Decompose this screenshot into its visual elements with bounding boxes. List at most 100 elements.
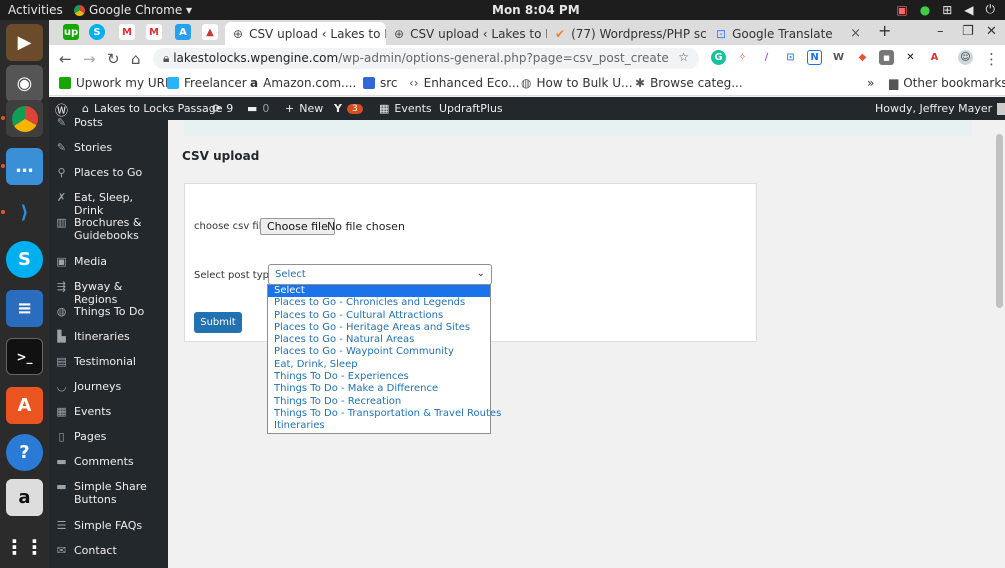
tab-wordpress-php[interactable]: ✔ (77) Wordpress/PHP sc × [547, 22, 708, 45]
skype-icon[interactable]: S [6, 241, 43, 278]
yoast-link[interactable]: Y3 [334, 102, 363, 115]
menu-item-places[interactable]: ⚲ Places to Go [55, 166, 162, 179]
back-icon[interactable]: ← [59, 50, 72, 68]
app-tab-icon[interactable]: A [175, 24, 191, 40]
terminal-icon[interactable]: >_ [6, 338, 43, 375]
scrollbar-thumb[interactable] [996, 134, 1003, 308]
notification-icon[interactable]: ▣ [896, 3, 907, 17]
reload-icon[interactable]: ↻ [107, 50, 120, 68]
bookmark-star-icon[interactable]: ☆ [678, 50, 689, 64]
new-tab-button[interactable]: + [878, 21, 891, 40]
tab-csv-upload-2[interactable]: ⊕ CSV upload ‹ Lakes to L × [386, 22, 547, 45]
minimize-icon[interactable]: – [937, 24, 944, 39]
option-waypoint[interactable]: Places to Go - Waypoint Community [268, 346, 490, 358]
option-recreation[interactable]: Things To Do - Recreation [268, 396, 490, 408]
chat-app-icon[interactable]: … [6, 148, 43, 185]
bookmarks-overflow[interactable]: » [867, 76, 874, 90]
asana-tab-icon[interactable]: ▲ [202, 24, 218, 40]
activities-button[interactable]: Activities [8, 3, 63, 17]
menu-item-itineraries[interactable]: ▙ Itineraries [55, 330, 162, 343]
home-icon[interactable]: ⌂ [131, 50, 141, 68]
volume-icon[interactable]: ◀ [964, 3, 973, 17]
address-bar[interactable]: 🔒︎ lakestolocks.wpengine.com/wp-admin/op… [153, 48, 699, 69]
rhythmbox-icon[interactable]: ◉ [6, 65, 43, 102]
site-name-link[interactable]: ⌂ Lakes to Locks Passage [82, 102, 223, 115]
restore-icon[interactable]: ❐ [962, 24, 974, 39]
scan-extension-icon[interactable]: N [807, 50, 822, 65]
post-type-select[interactable]: Select ⌄ [268, 264, 492, 285]
option-heritage[interactable]: Places to Go - Heritage Areas and Sites [268, 322, 490, 334]
profile-avatar[interactable]: ☺ [958, 50, 973, 65]
menu-item-simple-faqs[interactable]: ☰ Simple FAQs [55, 519, 162, 532]
chrome-launcher-icon[interactable] [6, 100, 43, 137]
updraftplus-link[interactable]: UpdraftPlus [439, 102, 503, 115]
new-content-link[interactable]: + New [285, 102, 323, 115]
bookmark-enhanced-eco[interactable]: ‹› Enhanced Eco... [409, 76, 520, 90]
submit-button[interactable]: Submit [194, 312, 242, 333]
network-icon[interactable]: ⊞ [942, 3, 952, 17]
account-menu[interactable]: Howdy, Jeffrey Mayer [875, 102, 1005, 115]
menu-item-media[interactable]: ▣ Media [55, 255, 162, 268]
updates-link[interactable]: ⟳ 9 [212, 102, 233, 115]
x-extension-icon[interactable]: ✕ [903, 50, 918, 65]
dark-extension-icon[interactable]: ■ [879, 50, 894, 65]
menu-item-journeys[interactable]: ◡ Journeys [55, 380, 162, 393]
bookmark-amazon[interactable]: a Amazon.com.... [250, 76, 356, 90]
menu-item-stories[interactable]: ✎ Stories [55, 141, 162, 154]
show-apps-icon[interactable]: ⋮⋮ [5, 528, 45, 565]
option-eat-drink[interactable]: Eat, Drink, Sleep [268, 359, 490, 371]
software-center-icon[interactable]: A [6, 387, 43, 424]
grammarly-tray-icon[interactable]: ● [920, 3, 930, 17]
amazon-icon[interactable]: a [6, 479, 43, 516]
menu-item-pages[interactable]: ▯ Pages [55, 430, 162, 443]
menu-kebab-icon[interactable]: ⋮ [984, 50, 999, 68]
other-bookmarks[interactable]: ▆ Other bookmarks [889, 76, 1005, 90]
extension-icon[interactable]: ✧ [735, 50, 750, 65]
bookmark-bulk[interactable]: ◍ How to Bulk U... [521, 76, 633, 90]
translate-extension-icon[interactable]: ⊡ [783, 50, 798, 65]
menu-item-byway[interactable]: ⇶ Byway & Regions [55, 280, 162, 306]
adobe-extension-icon[interactable]: A [927, 50, 942, 65]
writer-icon[interactable]: ≡ [6, 290, 43, 327]
menu-item-comments[interactable]: ▬ Comments [55, 455, 162, 468]
menu-item-events[interactable]: ▦ Events [55, 405, 162, 418]
vscode-icon[interactable]: ⟩ [6, 194, 43, 231]
wordpress-extension-icon[interactable]: W [831, 50, 846, 65]
power-icon[interactable]: ⏻ [986, 2, 996, 17]
option-experiences[interactable]: Things To Do - Experiences [268, 371, 490, 383]
option-make-difference[interactable]: Things To Do - Make a Difference [268, 383, 490, 395]
help-icon[interactable]: ? [6, 434, 43, 471]
menu-item-simple-share[interactable]: ▬ Simple Share Buttons [55, 480, 162, 506]
app-menu[interactable]: Google Chrome ▾ [74, 3, 192, 17]
bookmark-browse[interactable]: ✱ Browse categ... [635, 76, 743, 90]
option-chronicles[interactable]: Places to Go - Chronicles and Legends [268, 297, 490, 309]
option-itineraries[interactable]: Itineraries [268, 420, 490, 432]
grammarly-icon[interactable]: G [711, 50, 726, 65]
skype-tab-icon[interactable]: S [89, 24, 105, 40]
tab-google-translate[interactable]: ⊡ Google Translate × [708, 22, 869, 45]
comments-link[interactable]: ▬ 0 [247, 102, 269, 115]
option-natural[interactable]: Places to Go - Natural Areas [268, 334, 490, 346]
bookmark-freelancer[interactable]: Freelancer [167, 76, 247, 90]
gmail-tab-icon-2[interactable]: M [146, 24, 162, 40]
option-cultural[interactable]: Places to Go - Cultural Attractions [268, 310, 490, 322]
menu-item-testimonial[interactable]: ▤ Testimonial [55, 355, 162, 368]
close-tab-icon[interactable]: × [850, 26, 861, 41]
menu-item-eat-sleep-drink[interactable]: ✗ Eat, Sleep, Drink [55, 191, 162, 217]
pen-extension-icon[interactable]: / [759, 50, 774, 65]
terminal-launcher-icon[interactable]: ▶ [6, 24, 43, 61]
bookmark-upwork[interactable]: Upwork my URL [59, 76, 172, 90]
menu-item-brochures[interactable]: ▥ Brochures & Guidebooks [55, 216, 162, 242]
bookmark-src[interactable]: src [363, 76, 398, 90]
clock[interactable]: Mon 8:04 PM [492, 3, 580, 17]
menu-item-contact[interactable]: ✉ Contact [55, 544, 162, 557]
screencast-extension-icon[interactable]: ◆ [855, 50, 870, 65]
choose-file-button[interactable]: Choose file [260, 218, 335, 235]
page-scrollbar[interactable] [994, 120, 1005, 568]
option-transportation[interactable]: Things To Do - Transportation & Travel R… [268, 408, 501, 420]
gmail-tab-icon[interactable]: M [119, 24, 135, 40]
menu-item-things-to-do[interactable]: ◍ Things To Do [55, 305, 162, 318]
events-link[interactable]: ▦ Events [379, 102, 432, 115]
system-tray[interactable]: ▣ ● ⊞ ◀ ⏻ [896, 2, 995, 17]
close-window-icon[interactable]: ✕ [986, 24, 997, 39]
